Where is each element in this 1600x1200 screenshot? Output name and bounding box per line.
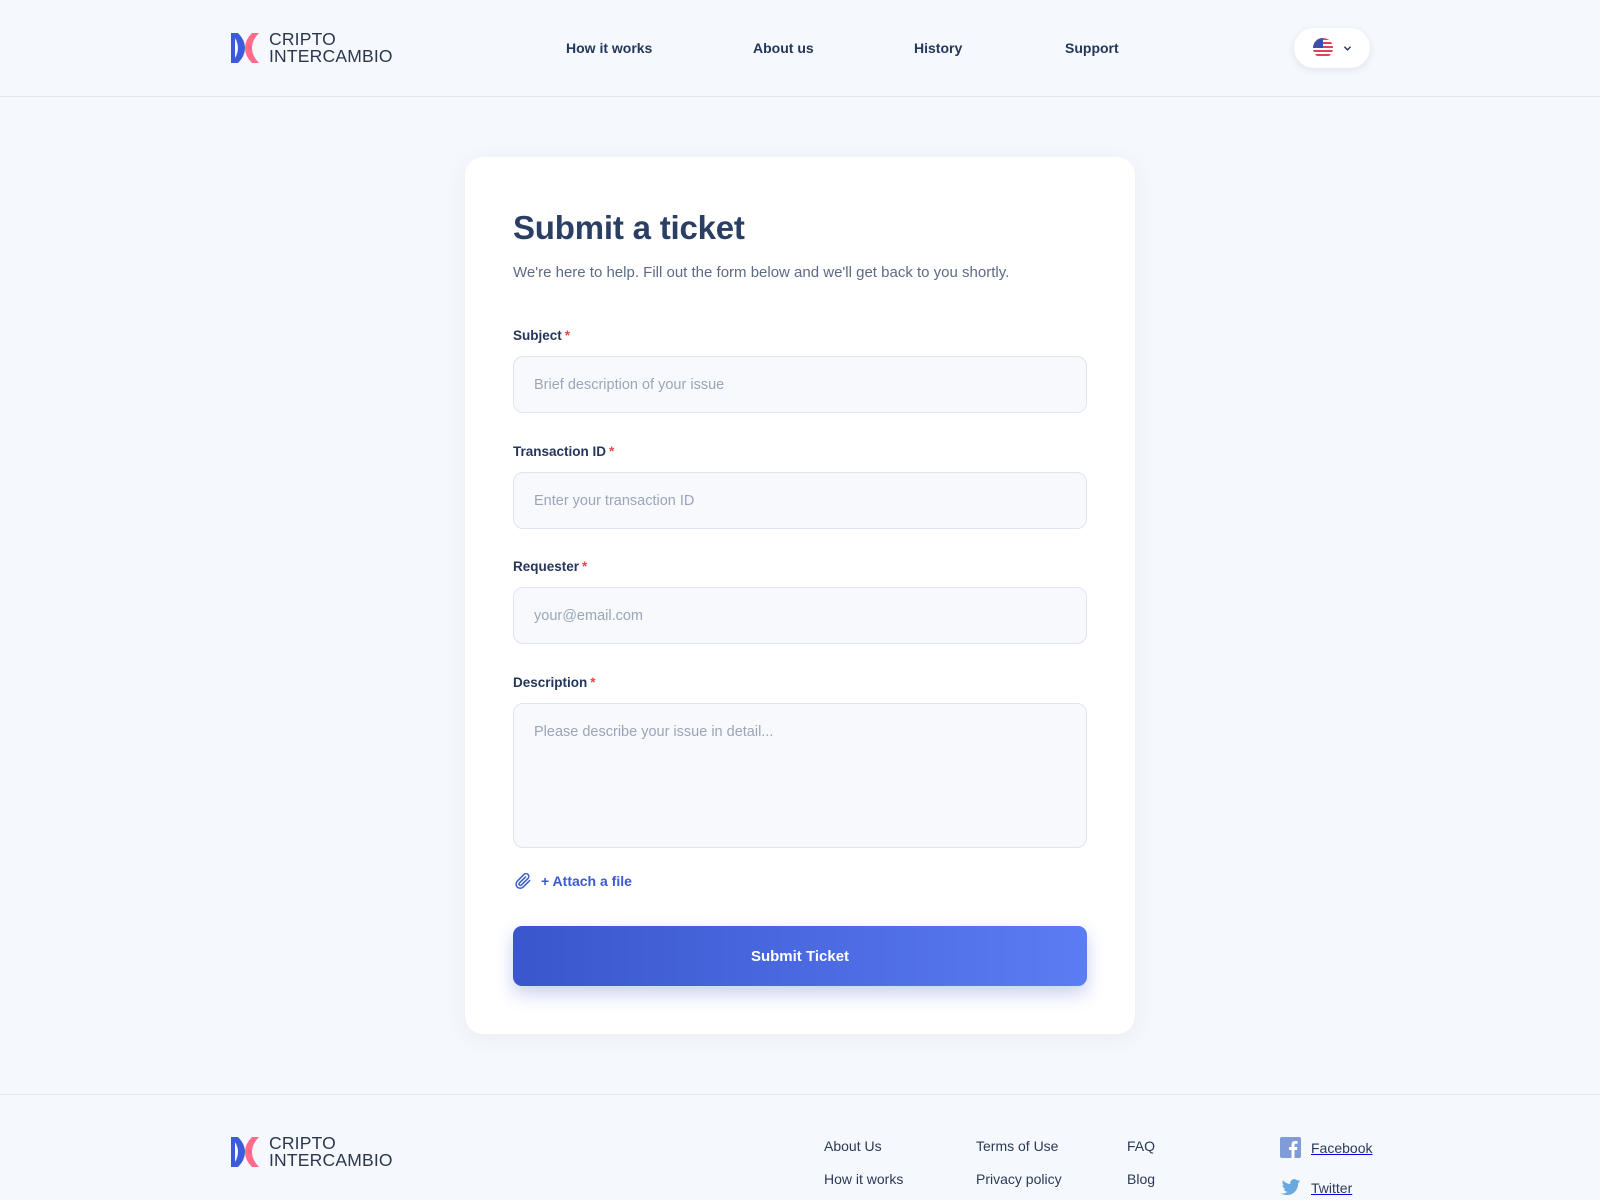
attach-file-button[interactable]: + Attach a file bbox=[513, 871, 632, 891]
required-marker: * bbox=[582, 559, 588, 574]
twitter-icon bbox=[1280, 1179, 1301, 1196]
footer-twitter-link[interactable]: Twitter bbox=[1280, 1177, 1352, 1198]
site-header: CRIPTO INTERCAMBIO How it works About us… bbox=[0, 0, 1600, 97]
logo-line-2: INTERCAMBIO bbox=[269, 1150, 393, 1170]
paperclip-icon bbox=[515, 872, 531, 890]
footer-link-privacy-policy[interactable]: Privacy policy bbox=[976, 1171, 1062, 1187]
footer-link-blog[interactable]: Blog bbox=[1127, 1171, 1155, 1187]
nav-about-us[interactable]: About us bbox=[753, 40, 814, 56]
us-flag-icon bbox=[1312, 38, 1333, 58]
nav-history[interactable]: History bbox=[914, 40, 962, 56]
transaction-id-label: Transaction ID * bbox=[513, 444, 614, 459]
footer-link-terms-of-use[interactable]: Terms of Use bbox=[976, 1138, 1058, 1154]
page-title: Submit a ticket bbox=[513, 209, 745, 246]
page-subtitle: We're here to help. Fill out the form be… bbox=[513, 264, 1010, 281]
required-marker: * bbox=[590, 675, 596, 690]
description-label-text: Description bbox=[513, 675, 588, 690]
subject-label-text: Subject bbox=[513, 328, 562, 343]
attach-file-label: + Attach a file bbox=[541, 873, 632, 889]
transaction-id-label-text: Transaction ID bbox=[513, 444, 607, 459]
subject-input[interactable] bbox=[513, 356, 1087, 413]
site-footer: CRIPTO INTERCAMBIO About Us How it works… bbox=[0, 1094, 1600, 1200]
subject-label: Subject * bbox=[513, 328, 570, 343]
facebook-icon bbox=[1280, 1137, 1301, 1158]
submit-ticket-button[interactable]: Submit Ticket bbox=[513, 926, 1087, 986]
description-textarea[interactable] bbox=[513, 703, 1087, 848]
logo-mark-icon bbox=[231, 1137, 259, 1167]
facebook-label: Facebook bbox=[1311, 1139, 1373, 1156]
transaction-id-input[interactable] bbox=[513, 472, 1087, 529]
footer-link-how-it-works[interactable]: How it works bbox=[824, 1171, 903, 1187]
requester-label: Requester * bbox=[513, 559, 587, 574]
footer-brand-logo[interactable]: CRIPTO INTERCAMBIO bbox=[229, 1134, 393, 1170]
chevron-down-icon bbox=[1343, 45, 1351, 51]
footer-link-about-us[interactable]: About Us bbox=[824, 1138, 882, 1154]
requester-label-text: Requester bbox=[513, 559, 580, 574]
ticket-form-card: Submit a ticket We're here to help. Fill… bbox=[465, 157, 1135, 1034]
language-selector[interactable] bbox=[1294, 28, 1370, 68]
description-label: Description * bbox=[513, 675, 596, 690]
footer-facebook-link[interactable]: Facebook bbox=[1280, 1137, 1372, 1158]
footer-link-faq[interactable]: FAQ bbox=[1127, 1138, 1155, 1154]
requester-email-input[interactable] bbox=[513, 587, 1087, 644]
required-marker: * bbox=[564, 328, 571, 343]
required-marker: * bbox=[609, 444, 615, 459]
nav-support[interactable]: Support bbox=[1065, 40, 1119, 56]
twitter-label: Twitter bbox=[1311, 1179, 1353, 1196]
nav-how-it-works[interactable]: How it works bbox=[566, 40, 652, 56]
logo-text: CRIPTO INTERCAMBIO bbox=[269, 1134, 393, 1170]
